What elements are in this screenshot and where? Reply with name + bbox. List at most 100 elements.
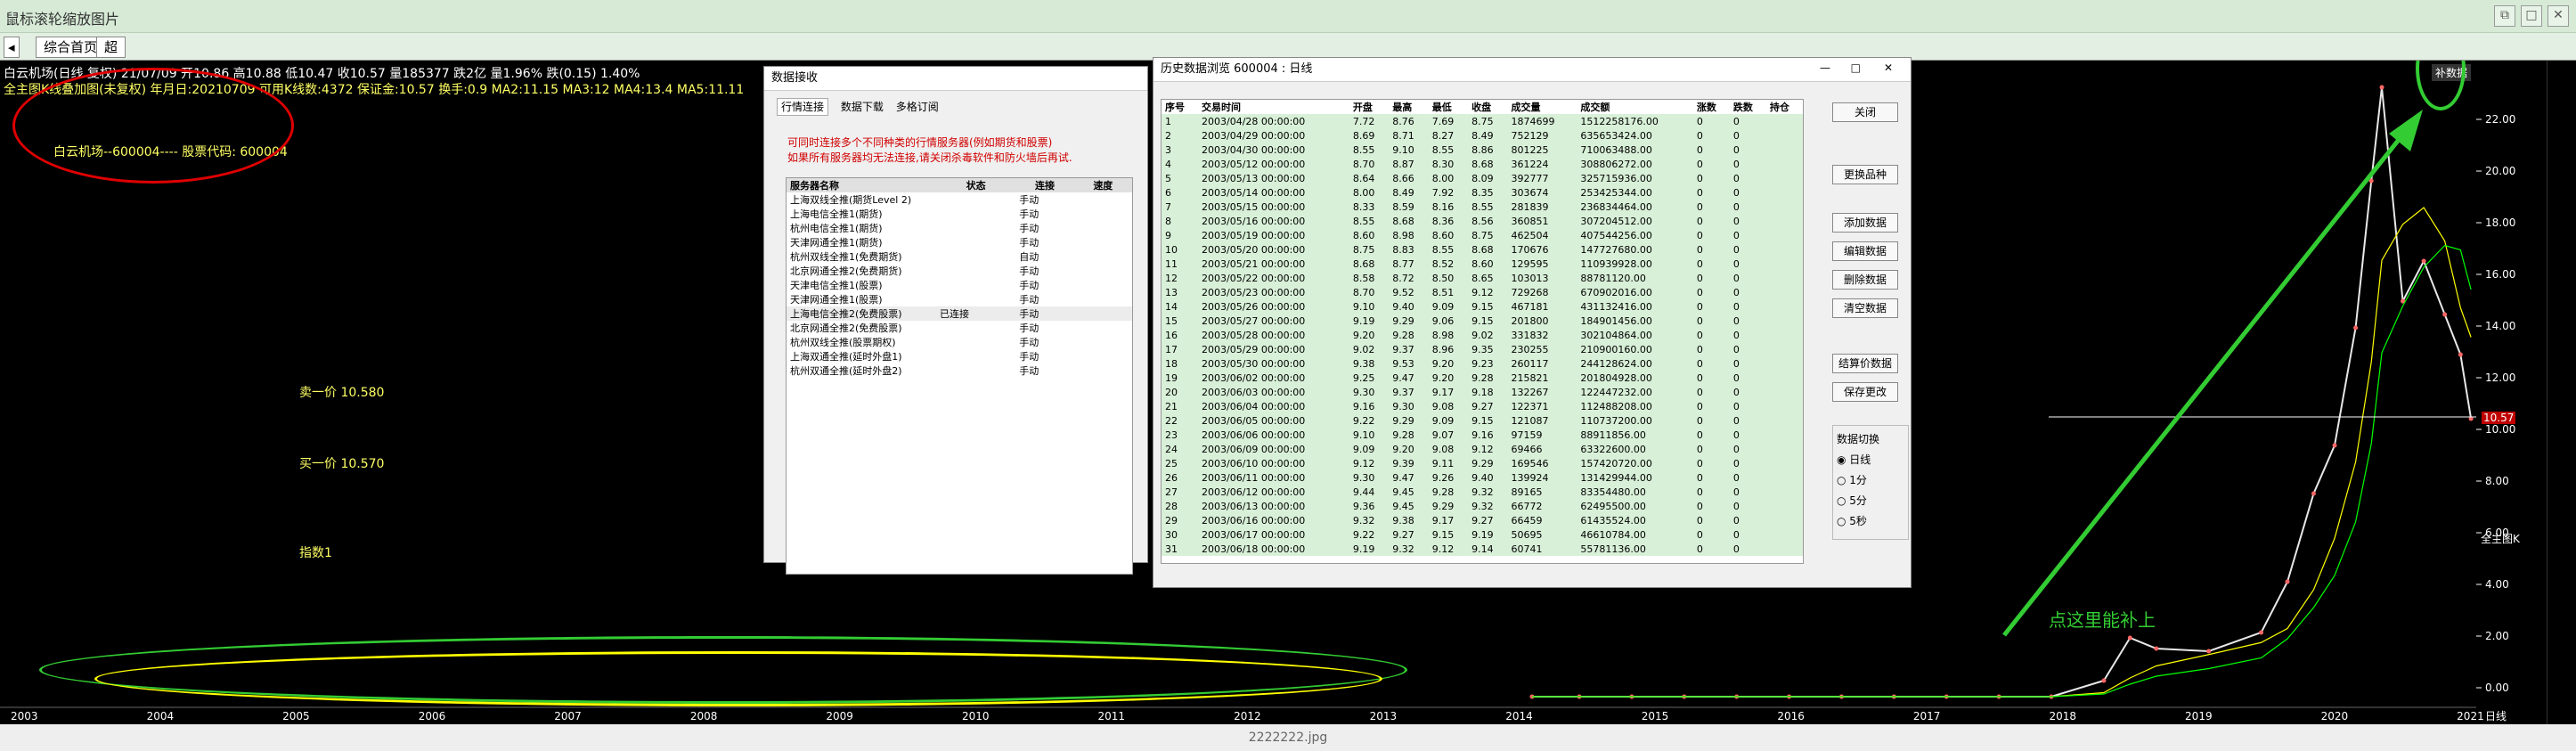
history-row[interactable]: 11 2003/05/21 00:00:00 8.68 8.77 8.52 8.60 129… (1162, 257, 1803, 271)
history-action-button[interactable]: 保存更改 (1832, 382, 1898, 402)
history-row[interactable]: 7 2003/05/15 00:00:00 8.33 8.59 8.16 8.55 2818… (1162, 200, 1803, 214)
history-action-button[interactable]: 编辑数据 (1832, 241, 1898, 261)
history-cell: 97159 (1511, 429, 1543, 441)
history-cell: 2003/05/13 00:00:00 (1202, 172, 1306, 184)
history-action-button[interactable]: 结算价数据 (1832, 354, 1898, 373)
tab-home[interactable]: 综合首页 (36, 37, 106, 58)
history-col: 最高 (1392, 102, 1413, 113)
option-checkbox[interactable]: ☑ 允许使用双数据(S) (974, 599, 1077, 611)
tab-data-download[interactable]: 数据下载 (841, 101, 884, 113)
history-row[interactable]: 29 2003/06/16 00:00:00 9.32 9.38 9.17 9.27 664… (1162, 513, 1803, 527)
history-cell: 0 (1696, 386, 1703, 398)
option-checkbox[interactable]: ☑ 自动隐藏(H) (882, 599, 954, 611)
server-row[interactable]: 天津网通全推1(股票) 手动 (787, 292, 1132, 306)
server-connect-mode: 手动 (1019, 237, 1039, 249)
history-row[interactable]: 6 2003/05/14 00:00:00 8.00 8.49 7.92 8.35 3036… (1162, 185, 1803, 200)
radio-icon[interactable]: ◉ (1837, 453, 1849, 466)
history-row[interactable]: 14 2003/05/26 00:00:00 9.10 9.40 9.09 9.15 467… (1162, 299, 1803, 314)
server-row[interactable]: 杭州电信全推1(期货) 手动 (787, 221, 1132, 235)
restore-icon[interactable]: ⧉ (2494, 5, 2515, 27)
checkbox-icon[interactable]: ☑ (878, 578, 892, 591)
history-row[interactable]: 12 2003/05/22 00:00:00 8.58 8.72 8.50 8.65 103… (1162, 271, 1803, 285)
radio-icon[interactable]: ○ (1837, 494, 1849, 507)
history-row[interactable]: 31 2003/06/18 00:00:00 9.19 9.32 9.12 9.14 607… (1162, 542, 1803, 556)
server-row[interactable]: 上海双通全推(延时外盘1) 手动 (787, 349, 1132, 363)
checkbox-icon[interactable]: ☑ (969, 578, 982, 591)
server-row[interactable]: 杭州双线全推(股票期权) 手动 (787, 335, 1132, 349)
option-checkbox[interactable]: ☑ 自动连接(A) (878, 578, 950, 591)
history-action-button[interactable]: 关闭 (1832, 102, 1898, 122)
maximize-icon[interactable]: □ (2521, 5, 2542, 27)
radio-icon[interactable]: ○ (1837, 474, 1849, 486)
server-row[interactable]: 天津电信全推1(股票) 手动 (787, 278, 1132, 292)
history-cell: 2003/05/28 00:00:00 (1202, 329, 1306, 341)
close-icon[interactable]: ✕ (2547, 5, 2569, 27)
server-row[interactable]: 上海双线全推(期货Level 2) 手动 (787, 192, 1132, 207)
history-cell (1766, 499, 1803, 513)
history-cell: 8.59 (1392, 200, 1414, 213)
history-row[interactable]: 13 2003/05/23 00:00:00 8.70 9.52 8.51 9.12 729… (1162, 285, 1803, 299)
history-row[interactable]: 20 2003/06/03 00:00:00 9.30 9.37 9.17 9.18 132… (1162, 385, 1803, 399)
history-row[interactable]: 25 2003/06/10 00:00:00 9.12 9.39 9.11 9.29 169… (1162, 456, 1803, 470)
history-row[interactable]: 2 2003/04/29 00:00:00 8.69 8.71 8.27 8.49 7521… (1162, 128, 1803, 143)
server-row[interactable]: 上海电信全推2(免费股票) 已连接 手动 (787, 306, 1132, 321)
history-cell: 2003/05/21 00:00:00 (1202, 257, 1306, 270)
checkbox-icon[interactable]: ☑ (787, 578, 801, 591)
history-action-button[interactable]: 删除数据 (1832, 270, 1898, 290)
tab-scroll-left-icon[interactable]: ◂ (4, 37, 20, 58)
option-checkbox[interactable]: ☑ 断线跳出(W) (787, 599, 862, 611)
history-action-button[interactable]: 添加数据 (1832, 213, 1898, 233)
period-radio[interactable]: ○ 5秒 (1837, 513, 1904, 528)
server-row[interactable]: 北京网通全推2(免费期货) 手动 (787, 264, 1132, 278)
radio-icon[interactable]: ○ (1837, 515, 1849, 527)
server-row[interactable]: 杭州双通全推(延时外盘2) 手动 (787, 363, 1132, 378)
history-row[interactable]: 10 2003/05/20 00:00:00 8.75 8.83 8.55 8.68 170… (1162, 242, 1803, 257)
close-icon[interactable]: ✕ (1884, 61, 1893, 74)
history-row[interactable]: 23 2003/06/06 00:00:00 9.10 9.28 9.07 9.16 971… (1162, 428, 1803, 442)
history-row[interactable]: 19 2003/06/02 00:00:00 9.25 9.47 9.20 9.28 215… (1162, 371, 1803, 385)
tab-market-connect[interactable]: 行情连接 (777, 98, 829, 116)
checkbox-icon[interactable]: ☑ (974, 599, 987, 611)
history-row[interactable]: 9 2003/05/19 00:00:00 8.60 8.98 8.60 8.75 4625… (1162, 228, 1803, 242)
history-cell: 8.60 (1471, 257, 1494, 270)
option-checkbox[interactable]: ☑ 自动更换服务器(G) (969, 578, 1073, 591)
history-row[interactable]: 8 2003/05/16 00:00:00 8.55 8.68 8.36 8.56 3608… (1162, 214, 1803, 228)
server-row[interactable]: 天津网通全推1(期货) 手动 (787, 235, 1132, 249)
server-row[interactable]: 上海电信全推1(期货) 手动 (787, 207, 1132, 221)
checkbox-icon[interactable]: ☑ (882, 599, 895, 611)
server-row[interactable]: 北京网通全推2(免费股票) 手动 (787, 321, 1132, 335)
history-row[interactable]: 1 2003/04/28 00:00:00 7.72 8.76 7.69 8.75 1874… (1162, 114, 1803, 128)
option-checkbox[interactable]: ☑ 断线重连(R) (787, 578, 859, 591)
history-table-wrap[interactable]: 序号 交易时间 开盘 最高 最低 收盘 成交量 成交额 涨数 跌数 持仓 1 2003/04/28 00… (1161, 99, 1804, 564)
history-cell: 325715936.00 (1580, 172, 1652, 184)
server-row[interactable]: 杭州双线全推1(免费期货) 自动 (787, 249, 1132, 264)
history-row[interactable]: 4 2003/05/12 00:00:00 8.70 8.87 8.30 8.68 3612… (1162, 157, 1803, 171)
period-radio[interactable]: ◉ 日线 (1837, 452, 1904, 467)
server-connect-mode: 手动 (1019, 208, 1039, 220)
period-radio[interactable]: ○ 1分 (1837, 472, 1904, 487)
history-row[interactable]: 15 2003/05/27 00:00:00 9.19 9.29 9.06 9.15 201… (1162, 314, 1803, 328)
history-row[interactable]: 30 2003/06/17 00:00:00 9.22 9.27 9.15 9.19 506… (1162, 527, 1803, 542)
history-cell: 0 (1696, 186, 1703, 199)
history-action-button[interactable]: 清空数据 (1832, 298, 1898, 318)
history-row[interactable]: 3 2003/04/30 00:00:00 8.55 9.10 8.55 8.86 8012… (1162, 143, 1803, 157)
history-row[interactable]: 24 2003/06/09 00:00:00 9.09 9.20 9.08 9.12 694… (1162, 442, 1803, 456)
history-action-button[interactable]: 更换品种 (1832, 165, 1898, 184)
history-row[interactable]: 28 2003/06/13 00:00:00 9.36 9.45 9.29 9.32 667… (1162, 499, 1803, 513)
minimize-icon[interactable]: — (1820, 61, 1830, 74)
history-row[interactable]: 22 2003/06/05 00:00:00 9.22 9.29 9.09 9.15 121… (1162, 413, 1803, 428)
right-toolbar[interactable] (2547, 61, 2576, 724)
tab-subscribe[interactable]: 多格订阅 (896, 101, 939, 113)
history-row[interactable]: 5 2003/05/13 00:00:00 8.64 8.66 8.00 8.09 3927… (1162, 171, 1803, 185)
tab-extra[interactable]: 超 (96, 37, 126, 58)
history-row[interactable]: 17 2003/05/29 00:00:00 9.02 9.37 8.96 9.35 230… (1162, 342, 1803, 356)
history-row[interactable]: 16 2003/05/28 00:00:00 9.20 9.28 8.98 9.02 331… (1162, 328, 1803, 342)
period-radio[interactable]: ○ 5分 (1837, 493, 1904, 508)
maximize-icon[interactable]: □ (1851, 61, 1861, 74)
history-row[interactable]: 21 2003/06/04 00:00:00 9.16 9.30 9.08 9.27 122… (1162, 399, 1803, 413)
history-row[interactable]: 18 2003/05/30 00:00:00 9.38 9.53 9.20 9.23 260… (1162, 356, 1803, 371)
history-row[interactable]: 26 2003/06/11 00:00:00 9.30 9.47 9.26 9.40 139… (1162, 470, 1803, 485)
history-row[interactable]: 27 2003/06/12 00:00:00 9.44 9.45 9.28 9.32 891… (1162, 485, 1803, 499)
checkbox-icon[interactable]: ☑ (787, 599, 801, 611)
server-list[interactable]: 服务器名称 状态 连接 速度 上海双线全推(期货Level 2) 手动 上海电信全推… (786, 177, 1133, 575)
